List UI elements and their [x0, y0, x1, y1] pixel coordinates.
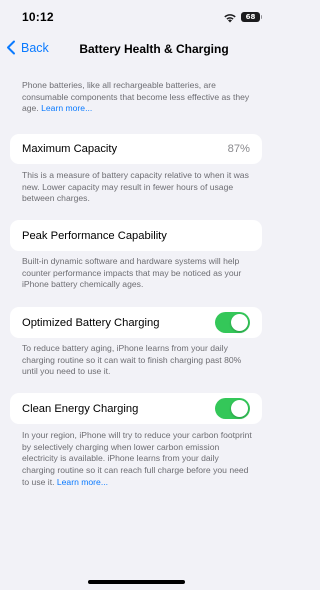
clean-energy-toggle[interactable] — [215, 398, 250, 419]
toggle-knob — [231, 314, 248, 331]
page-title: Battery Health & Charging — [79, 42, 229, 56]
clean-energy-row: Clean Energy Charging — [10, 393, 262, 424]
wifi-icon — [224, 13, 236, 22]
max-capacity-value: 87% — [227, 143, 250, 155]
clean-energy-label: Clean Energy Charging — [22, 402, 139, 415]
battery-level: 68 — [245, 13, 256, 21]
status-bar: 10:12 68 — [0, 0, 272, 34]
toggle-knob — [231, 400, 248, 417]
clean-energy-footnote: In your region, iPhone will try to reduc… — [22, 430, 252, 489]
battery-icon: 68 — [241, 12, 262, 22]
intro-text: Phone batteries, like all rechargeable b… — [22, 80, 252, 115]
home-indicator[interactable] — [88, 580, 185, 584]
peak-performance-footnote: Built-in dynamic software and hardware s… — [22, 256, 242, 290]
optimized-charging-footnote: To reduce battery aging, iPhone learns f… — [22, 343, 242, 377]
max-capacity-label: Maximum Capacity — [22, 143, 118, 155]
max-capacity-footnote: This is a measure of battery capacity re… — [22, 170, 249, 204]
peak-performance-label: Peak Performance Capability — [22, 229, 167, 242]
optimized-charging-label: Optimized Battery Charging — [22, 316, 160, 329]
status-time: 10:12 — [22, 10, 54, 24]
clean-energy-learn-more-link[interactable]: Learn more... — [57, 477, 108, 487]
learn-more-link[interactable]: Learn more... — [41, 103, 92, 113]
peak-performance-row: Peak Performance Capability — [10, 220, 262, 251]
navigation-bar: Back Battery Health & Charging — [0, 34, 272, 64]
optimized-charging-row: Optimized Battery Charging — [10, 307, 262, 338]
status-icons: 68 — [223, 11, 262, 23]
max-capacity-row: Maximum Capacity 87% — [10, 134, 262, 164]
optimized-charging-toggle[interactable] — [215, 312, 250, 333]
